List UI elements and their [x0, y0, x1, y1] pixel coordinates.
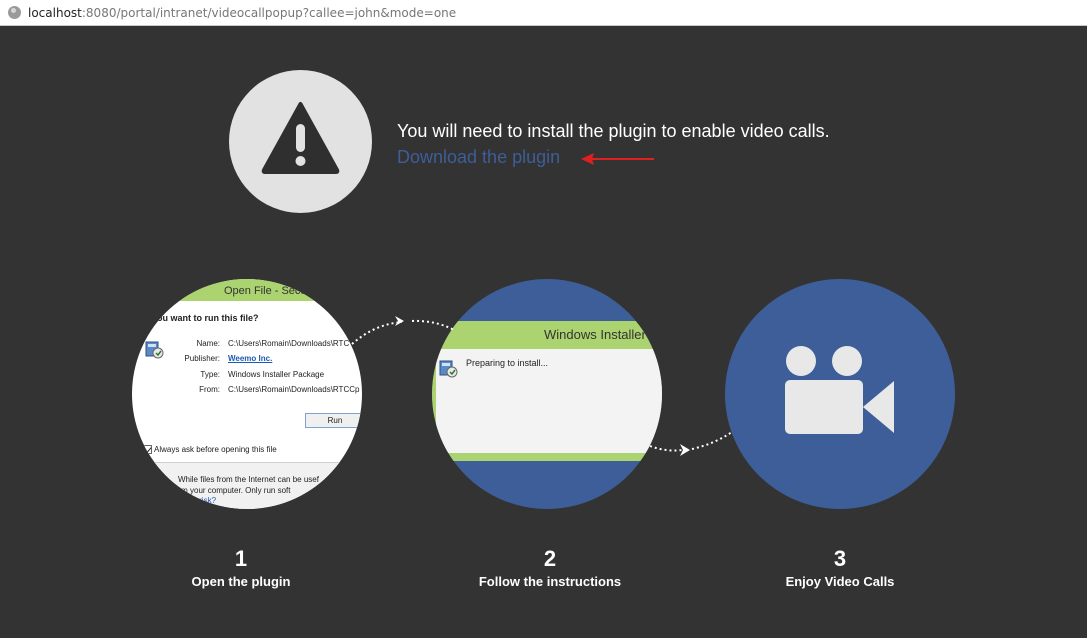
- field-label: Publisher:: [184, 354, 220, 363]
- download-plugin-link[interactable]: Download the plugin: [397, 147, 560, 168]
- step-label: Enjoy Video Calls: [785, 574, 895, 589]
- step-number: 2: [543, 546, 557, 571]
- step-2: 2 Follow the instructions: [435, 546, 665, 590]
- run-button: Run: [305, 413, 362, 428]
- field-value: Windows Installer Package: [228, 370, 325, 379]
- always-ask-label: Always ask before opening this file: [154, 445, 277, 454]
- installer-title: Windows Installer: [544, 327, 646, 342]
- installer-status: Preparing to install...: [466, 358, 549, 368]
- always-ask-checkbox: [143, 445, 152, 454]
- url-path: :8080/portal/intranet/videocallpopup?cal…: [81, 5, 457, 20]
- step2-illustration: Windows Installer Preparing to install..…: [432, 279, 662, 509]
- field-label: Type:: [200, 370, 220, 379]
- step-label: Follow the instructions: [478, 574, 622, 589]
- security-warning-line: arm your computer. Only run soft: [174, 486, 291, 495]
- step3-illustration: [725, 279, 955, 509]
- field-label: From:: [199, 385, 220, 394]
- globe-icon: [8, 6, 21, 19]
- package-icon: [145, 341, 164, 359]
- step-number: 3: [833, 546, 847, 571]
- dotted-arrow-icon: [351, 316, 455, 345]
- address-bar[interactable]: localhost:8080/portal/intranet/videocall…: [0, 0, 1087, 26]
- field-label: Name:: [196, 339, 220, 348]
- url-host: localhost: [28, 5, 82, 20]
- step1-illustration: Open File - Secu you want to run this fi…: [132, 279, 362, 509]
- step-number: 1: [234, 546, 248, 571]
- dialog-title: Open File - Secu: [224, 285, 307, 297]
- field-value: C:\Users\Romain\Downloads\RTCCp: [228, 385, 360, 394]
- step-1: 1 Open the plugin: [126, 546, 356, 590]
- package-icon: [439, 360, 458, 378]
- step-label: Open the plugin: [191, 574, 291, 589]
- publisher-link: Weemo Inc.: [228, 354, 273, 363]
- arrow-left-icon: [581, 153, 654, 165]
- dotted-arrow-icon: [649, 431, 733, 456]
- field-value: C:\Users\Romain\Downloads\RTC: [228, 339, 350, 348]
- warning-badge: [229, 70, 372, 213]
- dialog-question: you want to run this file?: [152, 313, 259, 323]
- warning-icon: [261, 102, 340, 174]
- step-3: 3 Enjoy Video Calls: [725, 546, 955, 590]
- security-risk-link: he risk?: [188, 496, 217, 505]
- video-camera-icon: [785, 346, 894, 434]
- security-warning-line: While files from the Internet can be use…: [178, 475, 319, 484]
- plugin-required-message: You will need to install the plugin to e…: [397, 121, 830, 141]
